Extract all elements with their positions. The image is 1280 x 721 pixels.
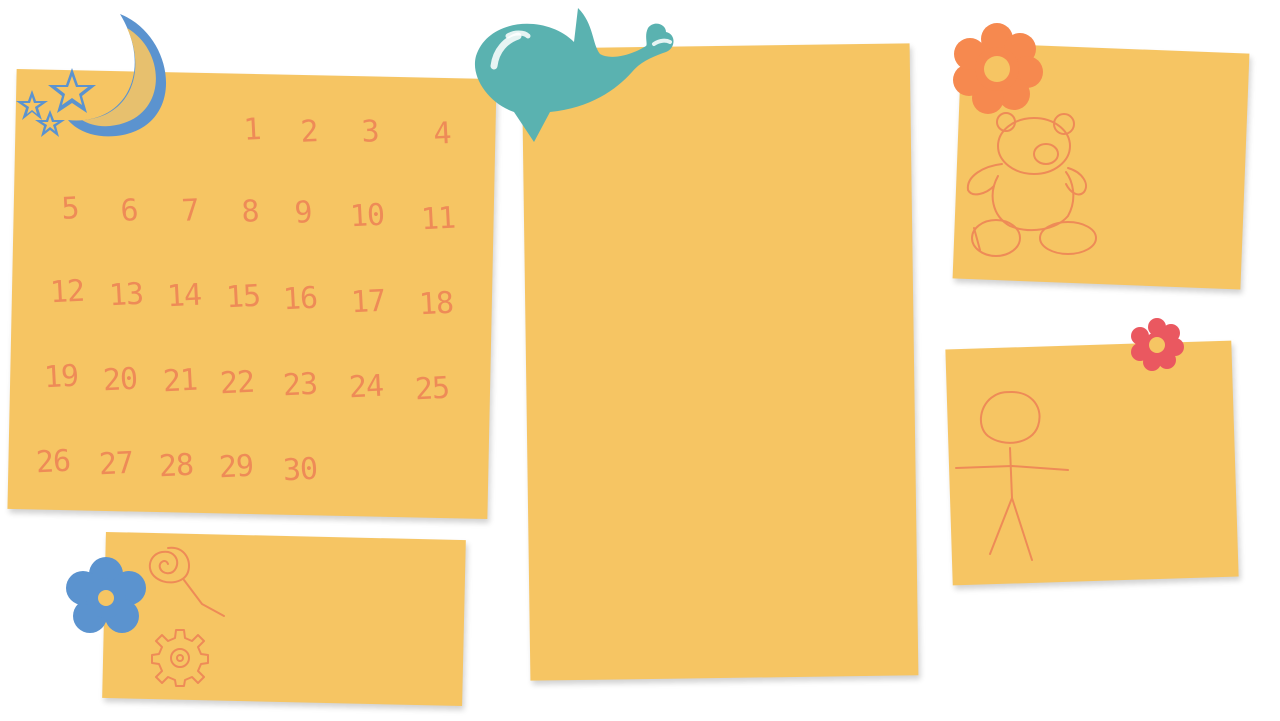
- calendar-day: 2: [299, 114, 319, 150]
- calendar-day: 30: [282, 451, 318, 489]
- calendar-day: 5: [60, 191, 80, 227]
- calendar-day: 23: [282, 366, 318, 404]
- calendar-day: 22: [219, 364, 255, 402]
- calendar-day: 26: [35, 443, 71, 481]
- calendar-day: 25: [414, 370, 450, 408]
- orange-flower-icon: [953, 23, 1043, 114]
- moon-stars-icon: [16, 14, 167, 137]
- lollipop-doodle: [148, 546, 225, 617]
- calendar-day: 18: [418, 285, 454, 323]
- calendar-day: 16: [282, 280, 318, 318]
- calendar-day: 21: [162, 362, 198, 400]
- calendar-day: 28: [158, 447, 194, 485]
- calendar-day: 12: [49, 273, 85, 311]
- calendar-day: 27: [98, 445, 134, 483]
- calendar-day: 1: [242, 112, 262, 148]
- calendar-day: 29: [218, 448, 254, 486]
- calendar-day: 6: [119, 193, 139, 229]
- whale-icon: [474, 8, 674, 142]
- calendar-day: 8: [240, 194, 260, 230]
- gear-doodle: [151, 629, 209, 687]
- teddy-bear-doodle: [966, 112, 1097, 257]
- calendar-day: 11: [420, 200, 456, 238]
- blue-flower-icon: [66, 557, 146, 633]
- calendar-day: 9: [293, 195, 313, 231]
- calendar-day: 14: [166, 277, 202, 315]
- calendar-day: 20: [102, 361, 138, 399]
- calendar-day: 10: [349, 197, 385, 235]
- calendar-day: 19: [43, 358, 79, 396]
- calendar-day: 4: [432, 116, 452, 152]
- calendar-day: 3: [360, 114, 380, 150]
- calendar-day: 17: [350, 283, 386, 321]
- stick-figure-doodle: [955, 391, 1069, 561]
- calendar-day: 24: [348, 368, 384, 406]
- calendar-day: 7: [180, 193, 200, 229]
- red-flower-icon: [1131, 318, 1184, 371]
- calendar-day: 13: [108, 276, 144, 314]
- calendar-day: 15: [225, 278, 261, 316]
